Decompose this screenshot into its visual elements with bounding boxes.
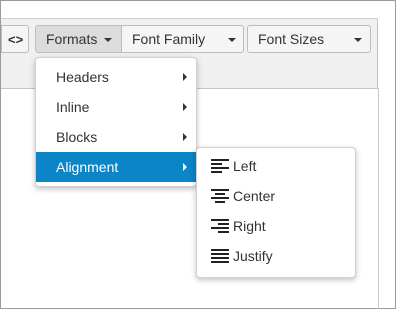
- align-justify-icon: [211, 249, 229, 263]
- menu-item-label: Blocks: [56, 129, 98, 145]
- menu-item-label: Right: [233, 218, 266, 234]
- source-code-button[interactable]: <>: [1, 25, 29, 53]
- menu-item-align-right[interactable]: Right: [197, 211, 355, 241]
- menu-item-label: Headers: [56, 69, 109, 85]
- chevron-down-icon: [354, 38, 362, 42]
- menu-item-alignment[interactable]: Alignment: [36, 152, 196, 182]
- menu-item-label: Left: [233, 158, 257, 174]
- source-code-label: <>: [8, 31, 24, 47]
- alignment-submenu: Left Center Right Justify: [196, 147, 356, 278]
- formats-dropdown-button[interactable]: Formats: [35, 25, 122, 53]
- toolbar-divider: [1, 18, 378, 19]
- align-left-icon: [211, 159, 229, 173]
- align-right-icon: [211, 219, 229, 233]
- menu-item-align-center[interactable]: Center: [197, 181, 355, 211]
- menu-item-label: Center: [233, 188, 276, 204]
- menu-item-label: Justify: [233, 248, 273, 264]
- menu-item-headers[interactable]: Headers: [36, 62, 196, 92]
- menu-item-inline[interactable]: Inline: [36, 92, 196, 122]
- chevron-right-icon: [183, 163, 187, 171]
- align-center-icon: [211, 189, 229, 203]
- menu-item-align-left[interactable]: Left: [197, 151, 355, 181]
- chevron-right-icon: [183, 133, 187, 141]
- menu-item-label: Inline: [56, 99, 90, 115]
- chevron-right-icon: [183, 103, 187, 111]
- menu-item-label: Alignment: [56, 159, 119, 175]
- font-sizes-dropdown-button[interactable]: Font Sizes: [247, 25, 371, 53]
- editor-scroll-border: [378, 88, 379, 309]
- font-sizes-label: Font Sizes: [258, 31, 325, 47]
- formats-label: Formats: [46, 31, 98, 47]
- chevron-right-icon: [183, 73, 187, 81]
- chevron-down-icon: [228, 38, 236, 42]
- menu-item-align-justify[interactable]: Justify: [197, 241, 355, 271]
- formats-menu: Headers Inline Blocks Alignment: [35, 57, 197, 187]
- chevron-down-icon: [104, 38, 112, 42]
- font-family-dropdown-button[interactable]: Font Family: [121, 25, 244, 53]
- menu-item-blocks[interactable]: Blocks: [36, 122, 196, 152]
- font-family-label: Font Family: [132, 31, 206, 47]
